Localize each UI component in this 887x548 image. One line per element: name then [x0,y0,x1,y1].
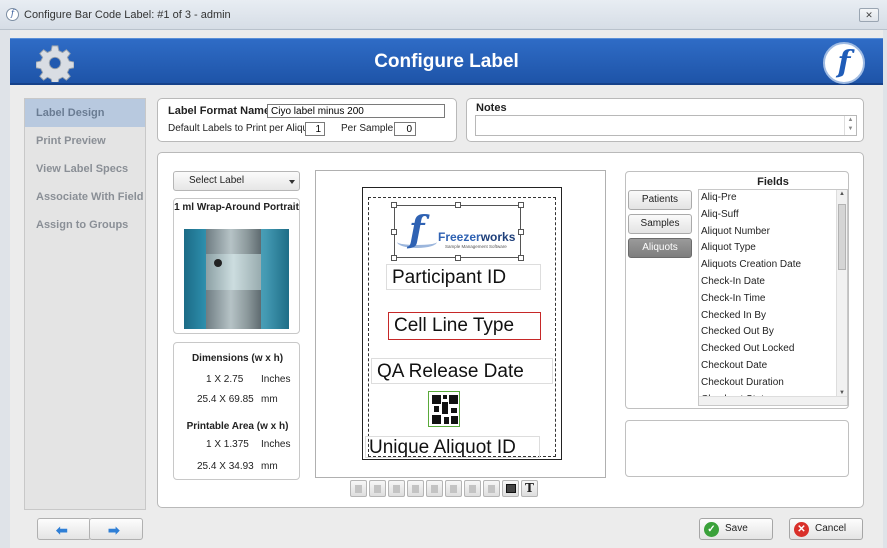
window-title: Configure Bar Code Label: #1 of 3 - admi… [24,9,231,21]
unique-aliquot-id-field[interactable]: Unique Aliquot ID [365,436,540,458]
header-banner: Configure Label f [10,38,883,85]
notes-panel: Notes ▲ ▼ [466,98,864,142]
list-item[interactable]: Checked Out Locked [699,341,847,358]
notes-label: Notes [476,102,507,114]
list-item[interactable]: Check-In Date [699,274,847,291]
list-item[interactable]: Aliq-Pre [699,190,847,207]
fields-panel: Fields Patients Samples Aliquots Aliq-Pr… [625,171,849,409]
list-item[interactable]: Checkout Date [699,358,847,375]
notes-scrollbar[interactable]: ▲ ▼ [844,116,856,135]
sidebar-item-view-label-specs[interactable]: View Label Specs [25,155,145,183]
list-item[interactable]: Checked In By [699,308,847,325]
rows-icon[interactable] [483,480,500,497]
printable-mm-unit: mm [261,461,278,472]
list-item[interactable]: Checked Out By [699,324,847,341]
arrow-right-icon: ➡ [108,522,120,538]
dimensions-card: Dimensions (w x h) 1 X 2.75 Inches 25.4 … [173,342,300,480]
forward-button[interactable]: ➡ [89,518,143,540]
image-icon[interactable] [502,480,519,497]
distribute-icon[interactable] [426,480,443,497]
freezerworks-app-icon: f [6,8,19,21]
per-sample-label: Per Sample: [341,123,397,134]
cancel-x-icon: ✕ [794,522,809,537]
field-list-horizontal-scrollbar[interactable] [699,396,847,405]
sidebar-item-label-design[interactable]: Label Design [25,99,145,127]
freezerworks-logo: f [823,42,865,84]
qa-release-date-field[interactable]: QA Release Date [371,358,553,384]
fields-title: Fields [757,176,789,188]
list-item[interactable]: Aliquot Number [699,224,847,241]
list-item[interactable]: Checkout Duration [699,375,847,392]
printable-inches-unit: Inches [261,439,291,450]
window-close-button[interactable]: ✕ [859,8,879,22]
printable-mm-value: 25.4 X 34.93 [197,461,254,472]
list-item[interactable]: Aliquots Creation Date [699,257,847,274]
label-sample-photo [184,229,289,329]
align-center-icon[interactable] [369,480,386,497]
checkmark-icon: ✓ [704,522,719,537]
participant-id-field[interactable]: Participant ID [386,264,541,290]
per-sample-input[interactable] [394,122,416,136]
group-icon[interactable] [445,480,462,497]
category-samples-button[interactable]: Samples [628,214,692,234]
cancel-button[interactable]: ✕ Cancel [789,518,863,540]
list-item[interactable]: Aliquot Type [699,240,847,257]
field-list-vertical-scrollbar[interactable]: ▲ ▼ [836,190,847,397]
label-canvas[interactable]: f Freezerworks Sample Management Softwar… [315,170,606,478]
chevron-down-icon [289,180,295,184]
category-aliquots-button[interactable]: Aliquots [628,238,692,258]
field-properties-box [625,420,849,477]
label-designer-panel: Select Label 1 ml Wrap-Around Portrait D… [157,152,864,508]
notes-textarea[interactable]: ▲ ▼ [475,115,857,136]
category-patients-button[interactable]: Patients [628,190,692,210]
dimensions-inches-value: 1 X 2.75 [206,374,244,385]
field-list: Aliq-Pre Aliq-Suff Aliquot Number Aliquo… [698,189,848,406]
label-type-title: 1 ml Wrap-Around Portrait [174,202,299,213]
sidebar-item-print-preview[interactable]: Print Preview [25,127,145,155]
barcode-2d-element[interactable] [428,391,460,427]
alignment-toolbar: T [350,480,571,499]
arrow-left-icon: ⬅ [56,522,68,538]
default-labels-label: Default Labels to Print per Aliquot: [168,123,320,134]
sidebar-nav: Label Design Print Preview View Label Sp… [24,98,146,510]
page-title: Configure Label [374,51,519,72]
columns-icon[interactable] [464,480,481,497]
align-left-icon[interactable] [350,480,367,497]
save-button[interactable]: ✓ Save [699,518,773,540]
align-right-icon[interactable] [388,480,405,497]
label-sheet: f Freezerworks Sample Management Softwar… [362,187,562,460]
window-titlebar: f Configure Bar Code Label: #1 of 3 - ad… [0,0,887,30]
back-button[interactable]: ⬅ [37,518,91,540]
label-format-name-input[interactable] [267,104,445,118]
align-bottom-icon[interactable] [407,480,424,497]
printable-area-title: Printable Area (w x h) [186,421,289,432]
sidebar-item-assign-to-groups[interactable]: Assign to Groups [25,211,145,239]
label-format-panel: Label Format Name: Default Labels to Pri… [157,98,457,142]
default-labels-input[interactable] [305,122,325,136]
printable-inches-value: 1 X 1.375 [206,439,249,450]
list-item[interactable]: Check-In Time [699,291,847,308]
dimensions-mm-value: 25.4 X 69.85 [197,394,254,405]
freezerworks-logo-element[interactable]: f Freezerworks Sample Management Softwar… [391,202,524,261]
dimensions-inches-unit: Inches [261,374,291,385]
sidebar-item-associate-with-field[interactable]: Associate With Field [25,183,145,211]
dimensions-title: Dimensions (w x h) [191,353,284,364]
cell-line-type-field[interactable]: Cell Line Type [388,312,541,340]
label-type-card: 1 ml Wrap-Around Portrait [173,198,300,334]
label-format-name-label: Label Format Name: [168,105,274,117]
text-icon[interactable]: T [521,480,538,497]
select-label-button[interactable]: Select Label [173,171,300,191]
dimensions-mm-unit: mm [261,394,278,405]
list-item[interactable]: Aliq-Suff [699,207,847,224]
